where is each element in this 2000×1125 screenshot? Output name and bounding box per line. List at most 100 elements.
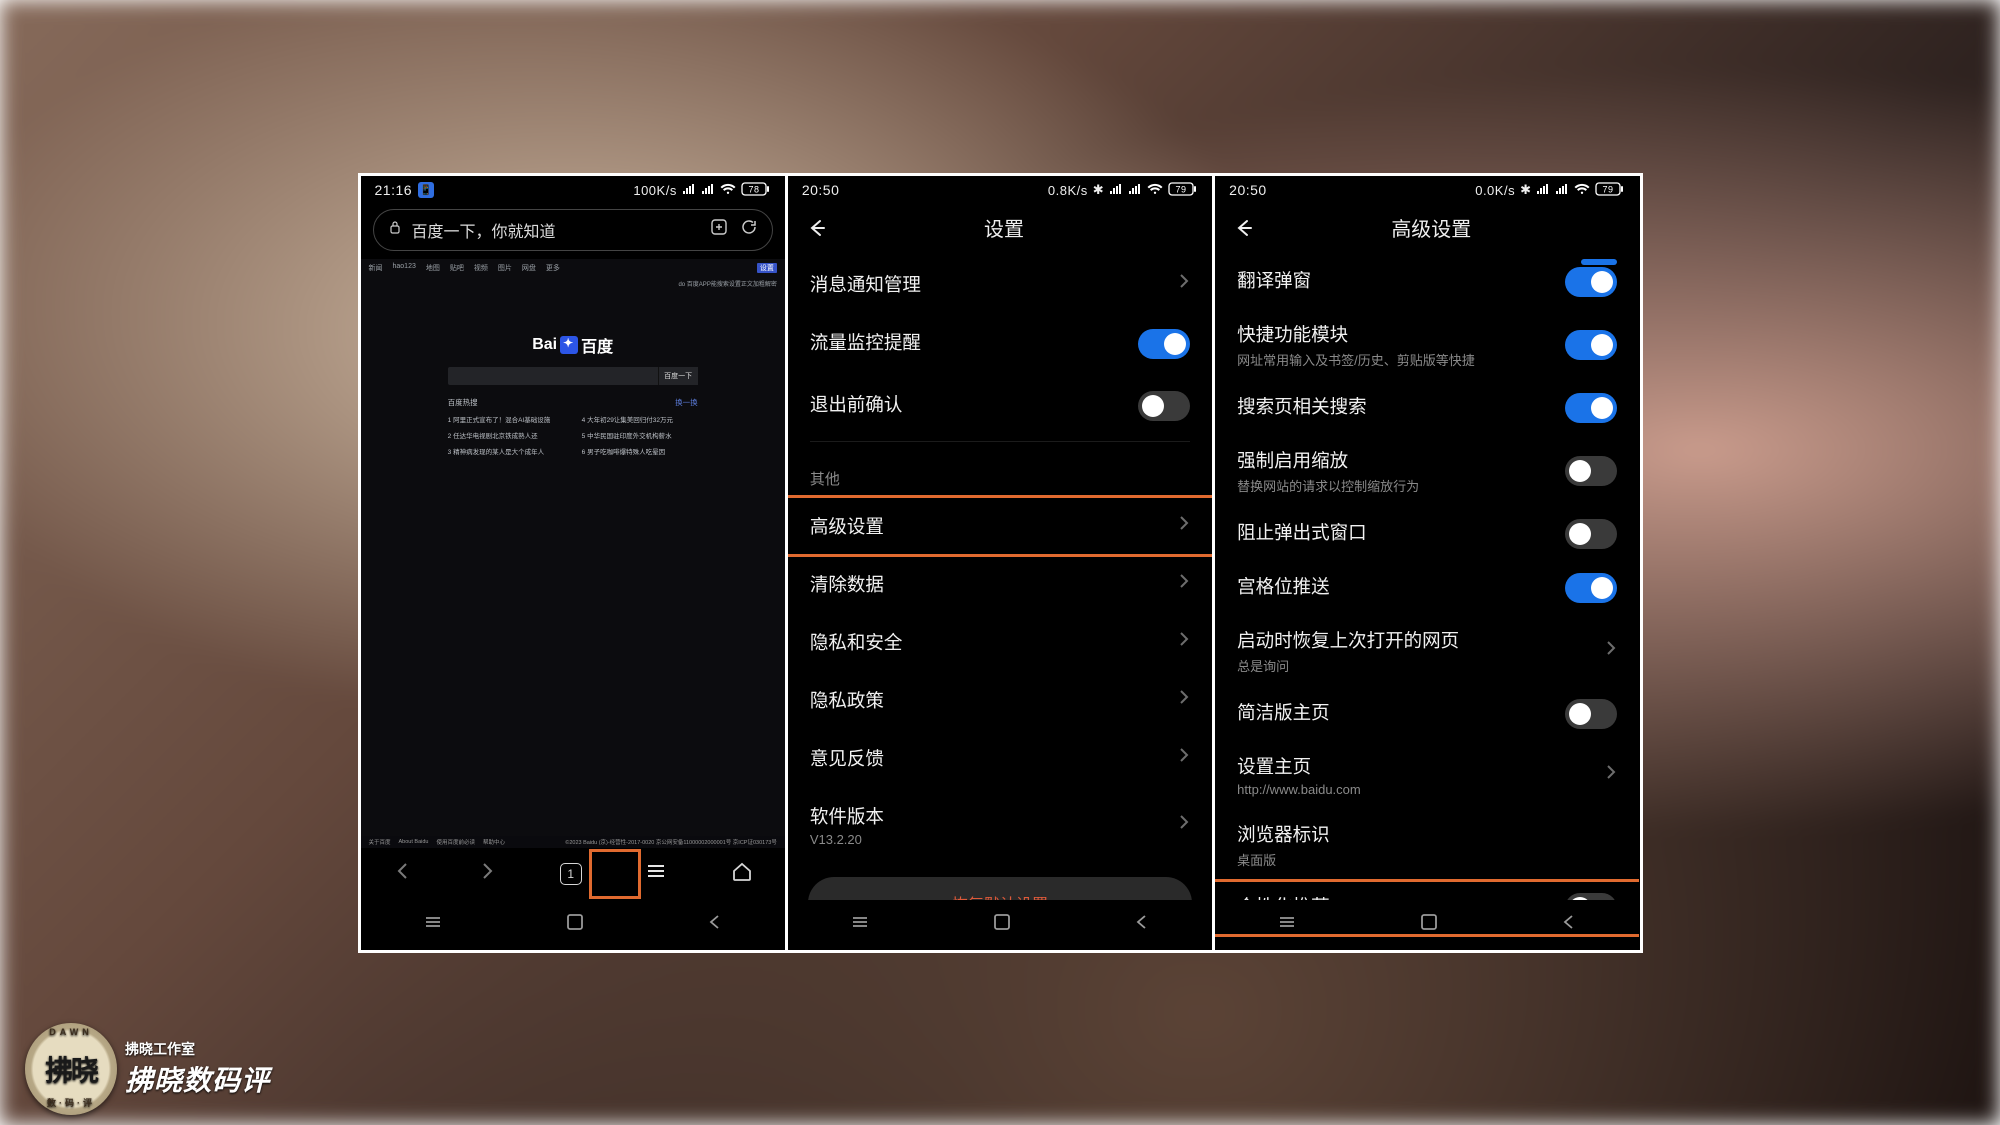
header-title: 设置 <box>808 213 1200 242</box>
hot-item[interactable]: 5 中华民国驻印度外交机构薪水 <box>582 430 698 440</box>
settings-item[interactable]: 浏览器标识桌面版 <box>1215 809 1639 881</box>
android-navbar <box>788 900 1212 950</box>
home-nav-icon[interactable] <box>993 913 1011 936</box>
toggle-switch[interactable] <box>1565 330 1617 360</box>
header-title: 高级设置 <box>1235 213 1627 242</box>
back-nav-icon[interactable] <box>1133 913 1151 936</box>
home-nav-icon[interactable] <box>566 913 584 936</box>
svg-text:79: 79 <box>1176 184 1187 194</box>
toggle-switch[interactable] <box>1565 456 1617 486</box>
address-bar[interactable]: 百度一下，你就知道 <box>373 209 773 251</box>
advanced-settings-list[interactable]: 翻译弹窗 快捷功能模块网址常用输入及书签/历史、剪贴版等快捷 搜索页相关搜索 强… <box>1215 255 1639 900</box>
settings-item-label: 流量监控提醒 <box>810 329 1126 355</box>
status-time: 20:50 <box>1229 182 1267 198</box>
chevron-right-icon <box>1178 688 1190 711</box>
settings-item-subtitle: 替换网站的请求以控制缩放行为 <box>1237 476 1553 495</box>
settings-item[interactable]: 强制启用缩放替换网站的请求以控制缩放行为 <box>1215 435 1639 507</box>
settings-item[interactable]: 快捷功能模块网址常用输入及书签/历史、剪贴版等快捷 <box>1215 309 1639 381</box>
toggle-switch[interactable] <box>1565 893 1617 900</box>
toggle-switch[interactable] <box>1138 329 1190 359</box>
toggle-switch[interactable] <box>1565 393 1617 423</box>
settings-item-label: 高级设置 <box>810 513 1166 539</box>
settings-item-label: 清除数据 <box>810 571 1166 597</box>
settings-item-label: 隐私政策 <box>810 687 1166 713</box>
toggle-switch[interactable] <box>1565 267 1617 297</box>
page-search-box[interactable]: 百度一下 <box>448 367 698 385</box>
toggle-switch[interactable] <box>1138 391 1190 421</box>
android-navbar <box>361 900 785 950</box>
chevron-right-icon <box>1605 639 1617 662</box>
home-icon[interactable] <box>730 859 754 888</box>
chevron-right-icon <box>1178 746 1190 769</box>
svg-text:79: 79 <box>1603 184 1614 194</box>
hot-item[interactable]: 1 阿里正式宣布了！混合AI基础设施 <box>448 414 564 424</box>
hot-item[interactable]: 2 任达华电视剧北京铁成熟人还 <box>448 430 564 440</box>
hot-item[interactable]: 4 大年初29让集美回归付32万元 <box>582 414 698 424</box>
hot-item[interactable]: 6 男子吃咖啡爆特殊人吃晕因 <box>582 446 698 456</box>
status-netspeed: 0.8K/s <box>1048 183 1088 198</box>
settings-item-label: 阻止弹出式窗口 <box>1237 519 1553 545</box>
signal-icon <box>1109 183 1123 198</box>
address-text: 百度一下，你就知道 <box>412 218 556 242</box>
watermark-title: 拂晓数码评 <box>125 1059 270 1099</box>
toggle-switch[interactable] <box>1565 573 1617 603</box>
toggle-switch[interactable] <box>1565 699 1617 729</box>
settings-item[interactable]: 宫格位推送 <box>1215 561 1639 615</box>
settings-item[interactable]: 阻止弹出式窗口 <box>1215 507 1639 561</box>
settings-item-label: 快捷功能模块 <box>1237 321 1553 347</box>
settings-item[interactable]: 翻译弹窗 <box>1215 255 1639 309</box>
status-time: 21:16 <box>375 182 413 198</box>
settings-list[interactable]: 消息通知管理 流量监控提醒 退出前确认其他 高级设置 清除数据 隐私和安全 隐私… <box>788 255 1212 900</box>
hot-search-list: 百度热搜换一换 1 阿里正式宣布了！混合AI基础设施 4 大年初29让集美回归付… <box>448 397 698 456</box>
hot-item[interactable]: 3 精神病发现的某人是大个成年人 <box>448 446 564 456</box>
settings-item-label: 强制启用缩放 <box>1237 447 1553 473</box>
settings-item[interactable]: 流量监控提醒 <box>788 313 1212 375</box>
settings-item[interactable]: 设置主页http://www.baidu.com <box>1215 741 1639 809</box>
status-bar: 20:50 0.0K/s ✱ 79 <box>1215 176 1639 205</box>
settings-item[interactable]: 隐私和安全 <box>788 613 1212 671</box>
signal2-icon <box>1128 183 1142 198</box>
browser-toolbar: 1 <box>361 848 785 900</box>
settings-item[interactable]: 消息通知管理 <box>788 255 1212 313</box>
nav-forward-icon[interactable] <box>476 860 498 887</box>
settings-item[interactable]: 启动时恢复上次打开的网页总是询问 <box>1215 615 1639 687</box>
settings-item[interactable]: 清除数据 <box>788 555 1212 613</box>
page-search-button[interactable]: 百度一下 <box>658 367 698 385</box>
settings-item-label: 翻译弹窗 <box>1237 267 1553 293</box>
phone-settings: 20:50 0.8K/s ✱ 79 设置 消息通知管理 流量监控提醒 退出前确认… <box>788 176 1215 950</box>
settings-item[interactable]: 个性化推荐 <box>1215 881 1639 900</box>
nav-back-icon[interactable] <box>392 860 414 887</box>
settings-item-label: 宫格位推送 <box>1237 573 1553 599</box>
toggle-switch[interactable] <box>1565 519 1617 549</box>
settings-item-label: 消息通知管理 <box>810 271 1166 297</box>
settings-item[interactable]: 意见反馈 <box>788 729 1212 787</box>
back-nav-icon[interactable] <box>706 913 724 936</box>
settings-item-label: 隐私和安全 <box>810 629 1166 655</box>
recents-icon[interactable] <box>1276 911 1298 938</box>
chevron-right-icon <box>1178 630 1190 653</box>
settings-item[interactable]: 软件版本V13.2.20 <box>788 787 1212 863</box>
browser-viewport[interactable]: 新闻hao123地图贴吧视频图片网盘更多 设置 do 百度APP能搜索设置正文加… <box>361 259 785 848</box>
watermark-badge: DAWN 拂晓 数·码·评 <box>25 1023 117 1115</box>
recents-icon[interactable] <box>849 911 871 938</box>
battery-icon: 79 <box>1168 182 1198 199</box>
refresh-icon[interactable] <box>740 218 758 241</box>
menu-icon[interactable] <box>644 859 668 888</box>
settings-item[interactable]: 隐私政策 <box>788 671 1212 729</box>
baidu-logo: Bai百度 <box>448 333 698 357</box>
divider <box>810 441 1190 442</box>
home-nav-icon[interactable] <box>1420 913 1438 936</box>
phone-advanced-settings: 20:50 0.0K/s ✱ 79 高级设置 翻译弹窗 快捷功能模块网址常用输入… <box>1215 176 1639 950</box>
recents-icon[interactable] <box>422 911 444 938</box>
settings-item[interactable]: 退出前确认 <box>788 375 1212 437</box>
partial-toggle <box>1581 259 1617 265</box>
tabs-count-button[interactable]: 1 <box>560 863 582 885</box>
restore-defaults-button[interactable]: 恢复默认设置 <box>808 877 1192 900</box>
settings-item[interactable]: 简洁版主页 <box>1215 687 1639 741</box>
watermark-studio: 拂晓工作室 <box>125 1039 270 1059</box>
settings-item[interactable]: 搜索页相关搜索 <box>1215 381 1639 435</box>
back-nav-icon[interactable] <box>1560 913 1578 936</box>
bookmark-add-icon[interactable] <box>710 218 728 241</box>
signal-icon <box>682 183 696 198</box>
settings-item[interactable]: 高级设置 <box>788 497 1212 555</box>
